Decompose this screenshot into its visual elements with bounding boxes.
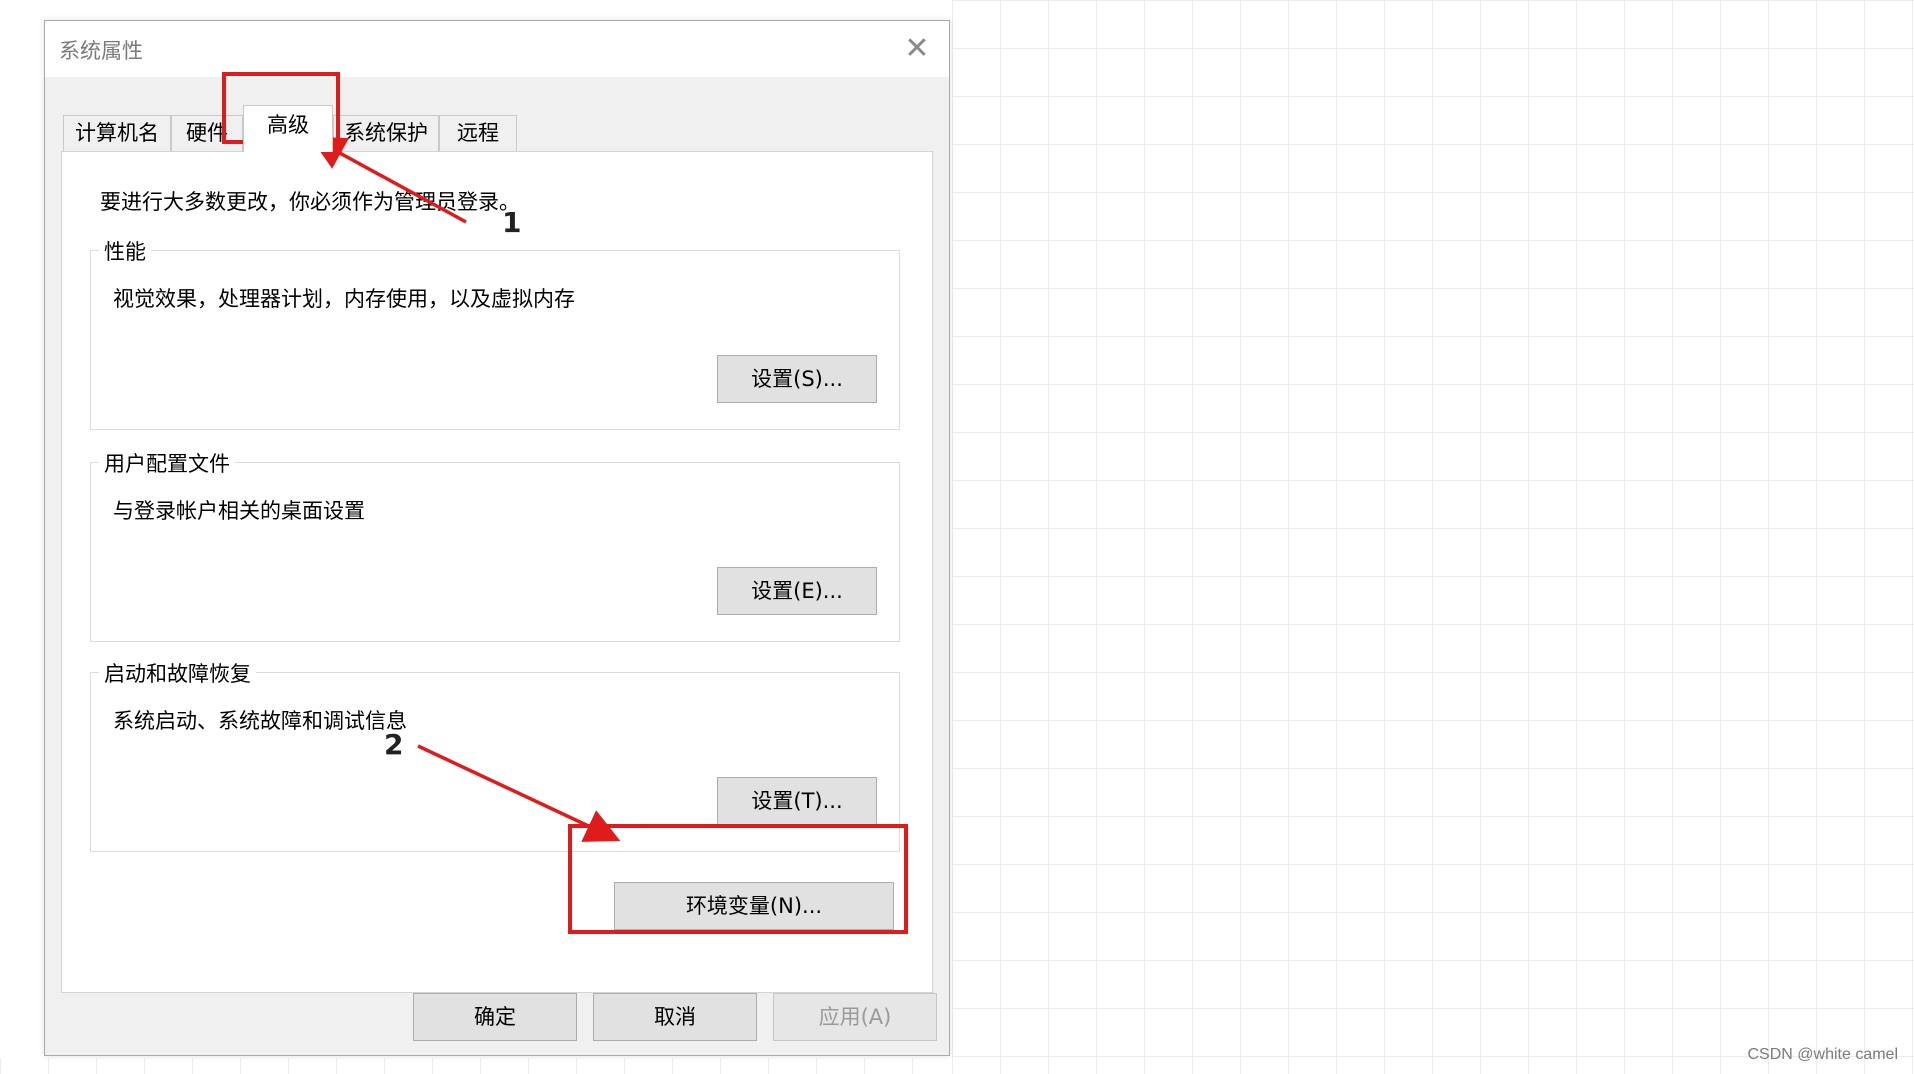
performance-settings-button[interactable]: 设置(S)... [717,355,877,403]
startup-recovery-settings-button[interactable]: 设置(T)... [717,777,877,825]
user-profiles-group-title: 用户配置文件 [99,448,235,478]
tab-computer-name[interactable]: 计算机名 [63,115,171,151]
performance-group-title: 性能 [99,236,151,266]
user-profiles-settings-button[interactable]: 设置(E)... [717,567,877,615]
dialog-title: 系统属性 [59,39,143,63]
startup-recovery-description: 系统启动、系统故障和调试信息 [113,709,407,733]
performance-group: 性能 视觉效果，处理器计划，内存使用，以及虚拟内存 设置(S)... [90,236,900,430]
cancel-button[interactable]: 取消 [593,993,757,1041]
user-profiles-group: 用户配置文件 与登录帐户相关的桌面设置 设置(E)... [90,448,900,642]
background-grid [952,0,1914,1074]
tab-remote[interactable]: 远程 [439,115,517,151]
annotation-step-2: 2 [384,728,404,761]
watermark: CSDN @white camel [1747,1046,1899,1063]
tab-advanced[interactable]: 高级 [243,105,333,152]
tab-hardware[interactable]: 硬件 [171,115,243,151]
startup-recovery-group-title: 启动和故障恢复 [99,658,256,688]
background-grid-strip [0,1058,952,1074]
title-bar: 系统属性 ✕ [45,21,949,77]
apply-button[interactable]: 应用(A) [773,993,937,1041]
tab-system-protection[interactable]: 系统保护 [333,115,439,151]
performance-description: 视觉效果，处理器计划，内存使用，以及虚拟内存 [113,287,575,311]
admin-notice: 要进行大多数更改，你必须作为管理员登录。 [100,190,520,214]
close-icon[interactable]: ✕ [897,29,937,69]
system-properties-dialog: 系统属性 ✕ 计算机名 硬件 高级 系统保护 远程 要进行大多数更改，你必须作为… [44,20,950,1056]
screenshot-canvas: 系统属性 ✕ 计算机名 硬件 高级 系统保护 远程 要进行大多数更改，你必须作为… [0,0,1914,1074]
environment-variables-button[interactable]: 环境变量(N)... [614,882,894,930]
user-profiles-description: 与登录帐户相关的桌面设置 [113,499,365,523]
advanced-tab-panel: 要进行大多数更改，你必须作为管理员登录。 性能 视觉效果，处理器计划，内存使用，… [61,151,933,993]
startup-recovery-group: 启动和故障恢复 系统启动、系统故障和调试信息 设置(T)... [90,658,900,852]
annotation-step-1: 1 [502,206,522,239]
ok-button[interactable]: 确定 [413,993,577,1041]
